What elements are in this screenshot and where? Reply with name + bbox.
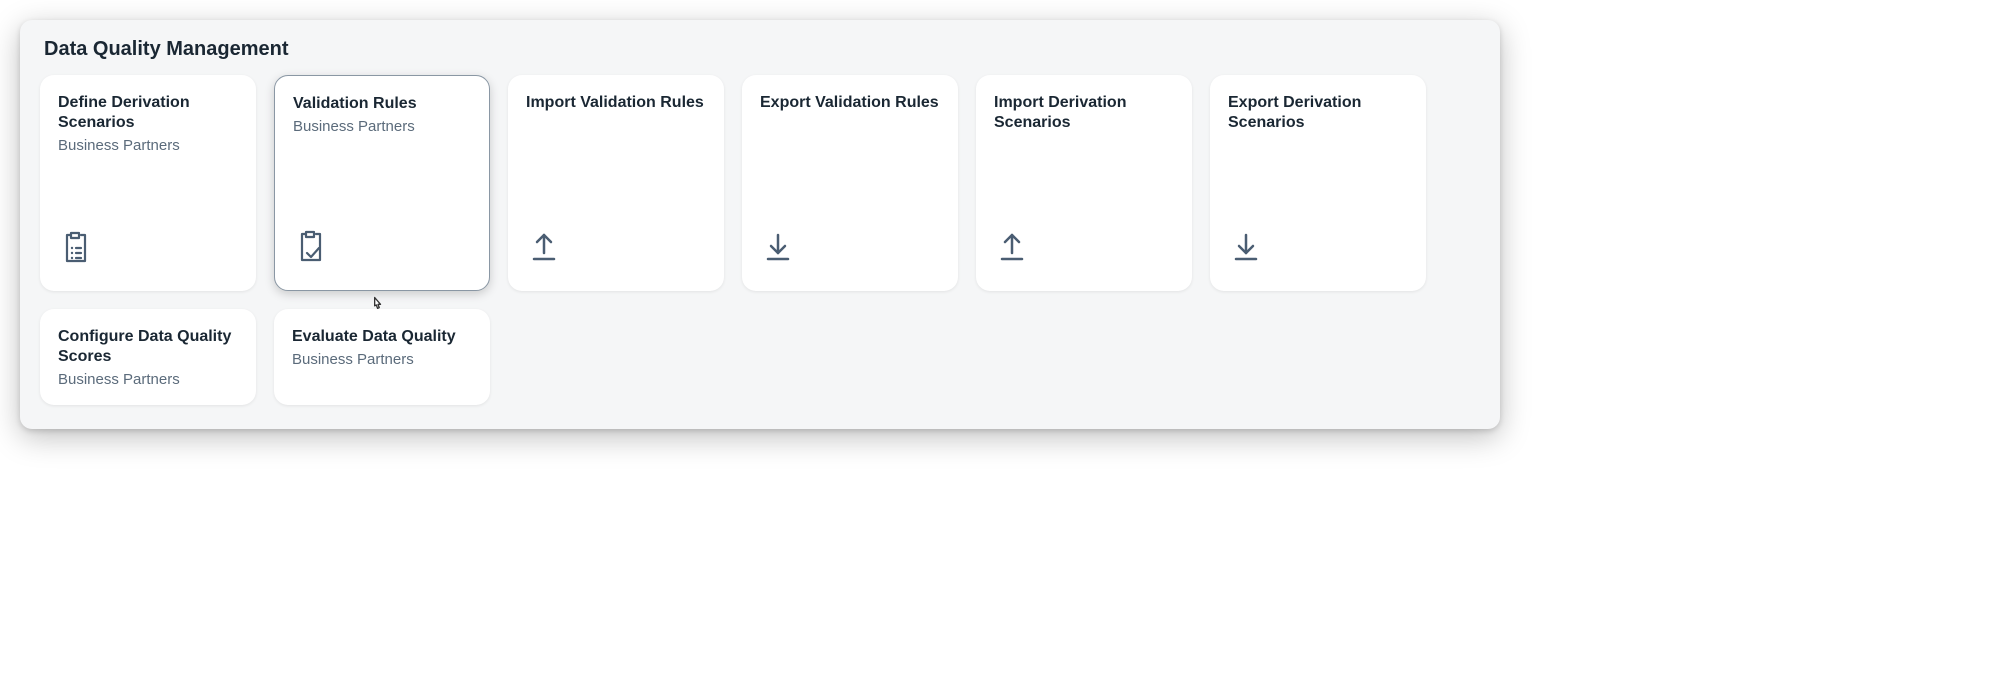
tile-title: Configure Data Quality Scores [58,327,238,367]
tile-subtitle: Business Partners [292,351,472,369]
cursor-pointer-icon [368,295,388,315]
tile-header: Configure Data Quality Scores Business P… [58,327,238,389]
tiles-container: Define Derivation Scenarios Business Par… [40,75,1480,405]
download-icon [760,229,796,265]
tile-import-validation-rules[interactable]: Import Validation Rules [508,75,724,291]
tile-header: Import Derivation Scenarios [994,93,1174,137]
download-icon [1228,229,1264,265]
tile-header: Validation Rules Business Partners [293,94,471,136]
tile-title: Evaluate Data Quality [292,327,472,347]
tile-title: Export Validation Rules [760,93,940,113]
tile-title: Import Derivation Scenarios [994,93,1174,133]
data-quality-management-panel: Data Quality Management Define Derivatio… [20,20,1500,429]
tile-header: Export Derivation Scenarios [1228,93,1408,137]
tile-header: Evaluate Data Quality Business Partners [292,327,472,369]
upload-icon [994,229,1030,265]
tile-title: Import Validation Rules [526,93,706,113]
upload-icon [526,229,562,265]
tile-subtitle: Business Partners [58,137,238,155]
tile-title: Export Derivation Scenarios [1228,93,1408,133]
section-title: Data Quality Management [40,38,1480,61]
tile-import-derivation-scenarios[interactable]: Import Derivation Scenarios [976,75,1192,291]
tile-header: Import Validation Rules [526,93,706,117]
clipboard-list-icon [58,229,94,265]
tile-define-derivation-scenarios[interactable]: Define Derivation Scenarios Business Par… [40,75,256,291]
tile-export-derivation-scenarios[interactable]: Export Derivation Scenarios [1210,75,1426,291]
clipboard-check-icon [293,228,329,264]
tile-evaluate-data-quality[interactable]: Evaluate Data Quality Business Partners [274,309,490,405]
tile-subtitle: Business Partners [293,118,471,136]
tile-header: Define Derivation Scenarios Business Par… [58,93,238,155]
tile-validation-rules[interactable]: Validation Rules Business Partners [274,75,490,291]
tile-subtitle: Business Partners [58,371,238,389]
tile-export-validation-rules[interactable]: Export Validation Rules [742,75,958,291]
tile-title: Validation Rules [293,94,471,114]
tile-configure-data-quality-scores[interactable]: Configure Data Quality Scores Business P… [40,309,256,405]
tile-header: Export Validation Rules [760,93,940,117]
tile-title: Define Derivation Scenarios [58,93,238,133]
